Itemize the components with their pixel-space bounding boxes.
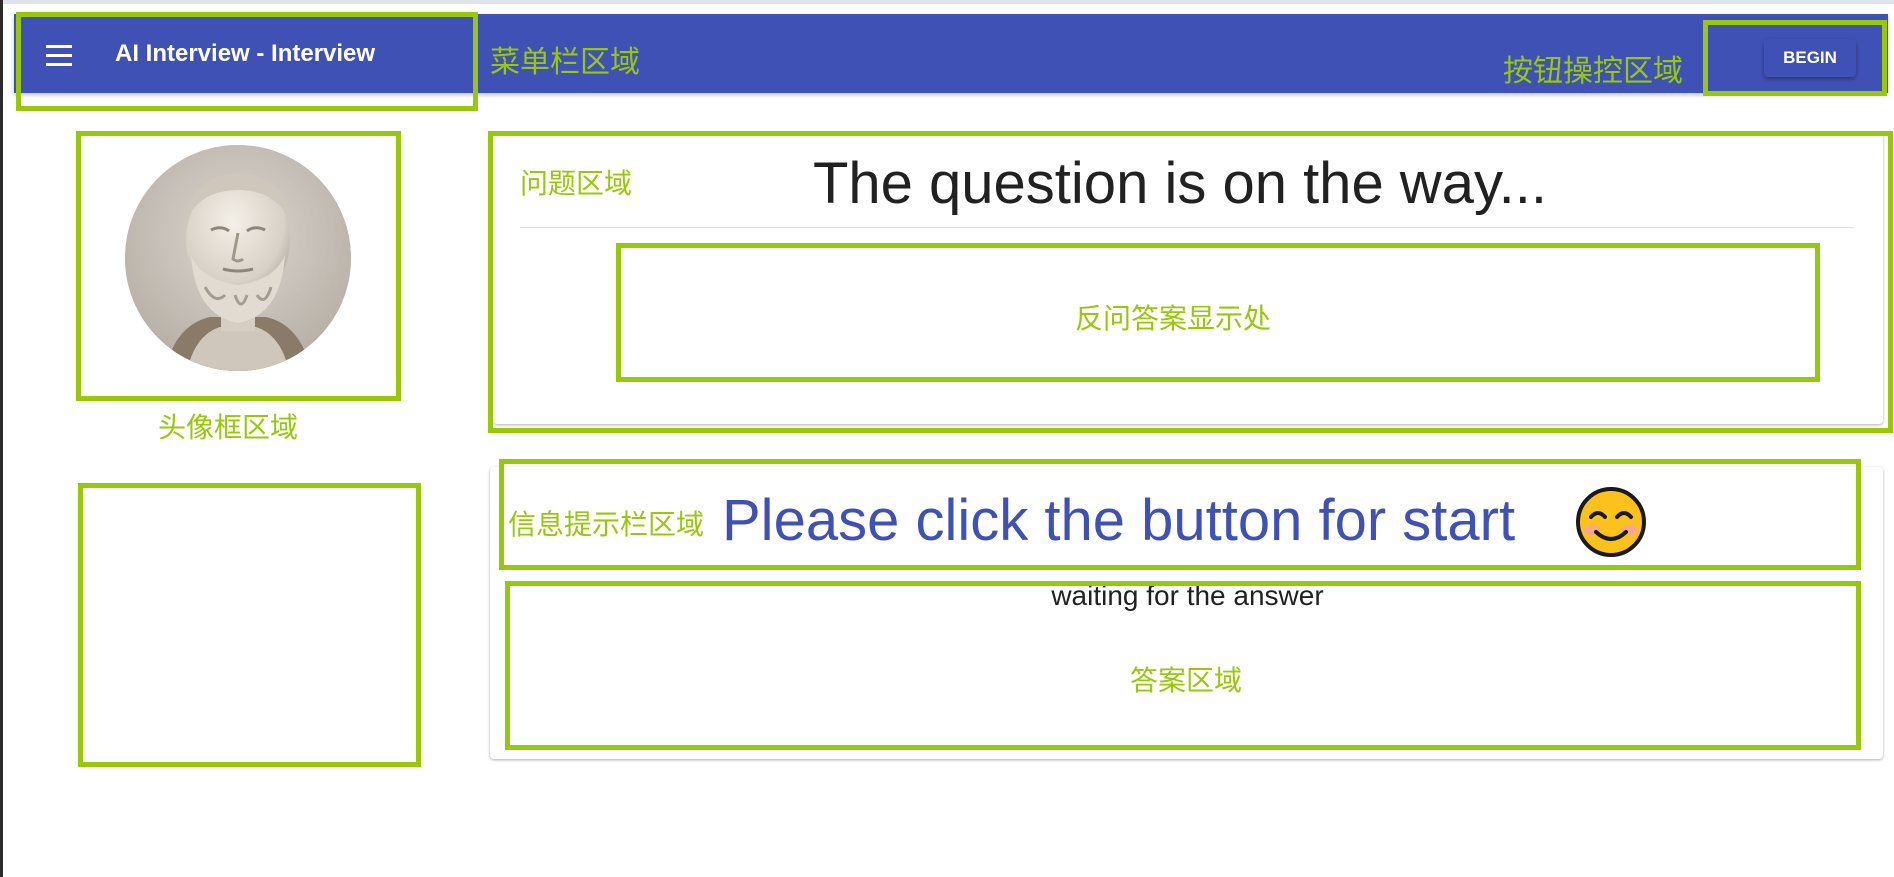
avatar-area-annotation-label: 头像框区域	[158, 411, 299, 444]
window-top-border	[0, 0, 1894, 4]
button-area-annotation-label: 按钮操控区域	[1503, 54, 1683, 89]
info-bar-annotation-label: 信息提示栏区域	[508, 508, 705, 541]
answer-area-annotation-label: 答案区域	[1130, 664, 1243, 697]
question-area-annotation-label: 问题区域	[520, 167, 633, 200]
menu-bar-annotation-label: 菜单栏区域	[490, 45, 640, 80]
counter-answer-annotation-label: 反问答案显示处	[1075, 302, 1272, 335]
menu-bar-annotation-box	[16, 12, 478, 111]
button-area-annotation-box	[1703, 20, 1887, 96]
avatar-area-annotation-box	[76, 131, 401, 401]
window-left-border	[0, 0, 3, 877]
empty-box-annotation	[78, 483, 421, 767]
